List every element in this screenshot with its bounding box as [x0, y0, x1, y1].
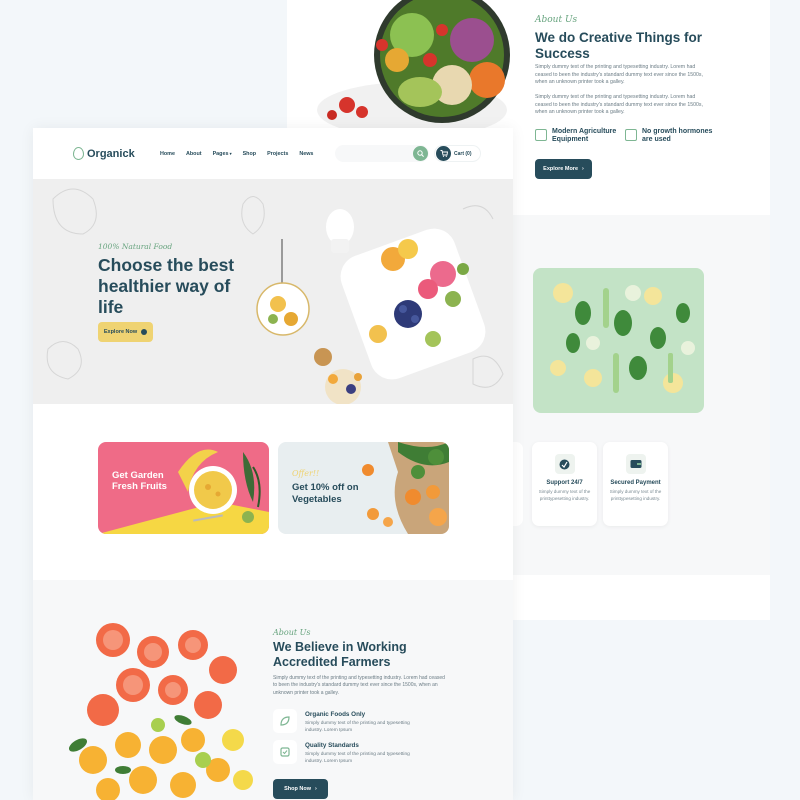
nav-item-projects[interactable]: Projects — [267, 151, 288, 157]
explore-more-button[interactable]: Explore More › — [535, 159, 592, 179]
front-page: Organick Home About Pages ▾ Shop Project… — [33, 128, 513, 800]
citrus-fruits-image — [68, 623, 253, 800]
search-icon — [417, 150, 424, 157]
feature-title: Quality Standards — [305, 742, 359, 749]
hero-title: Choose the best healthier way of life — [98, 255, 235, 317]
nav-item-home[interactable]: Home — [160, 151, 175, 157]
promo-offer-tag: Offer!! — [292, 469, 320, 478]
chevron-down-icon: ▾ — [228, 151, 232, 156]
card-desc: Simply dummy text of the printtypesettin… — [609, 489, 662, 501]
shop-now-label: Shop Now — [284, 786, 312, 792]
leaf-icon — [273, 709, 297, 733]
card-desc: Simply dummy text of the printtypesettin… — [538, 489, 591, 501]
tractor-icon — [535, 129, 547, 141]
salad-bowl-image — [312, 0, 522, 135]
about-paragraph: Simply dummy text of the printing and ty… — [273, 675, 445, 696]
top-navigation: Organick Home About Pages ▾ Shop Project… — [33, 128, 513, 179]
badge-icon — [273, 740, 297, 764]
logo-leaf-icon — [73, 147, 84, 160]
back-about-paragraph-2: Simply dummy text of the printing and ty… — [535, 94, 703, 116]
about-tag: About Us — [273, 628, 311, 637]
nav-item-pages[interactable]: Pages ▾ — [213, 151, 232, 157]
feature-desc: Simply dummy text of the printing and ty… — [305, 721, 410, 733]
arrow-circle-icon — [141, 329, 148, 335]
cart-button[interactable]: Cart (0) — [434, 145, 481, 162]
explore-more-label: Explore More — [543, 166, 578, 172]
explore-now-label: Explore Now — [103, 329, 138, 335]
leaf-icon — [625, 129, 637, 141]
cart-icon — [436, 146, 451, 161]
cart-label: Cart (0) — [454, 150, 472, 157]
back-about-tag: About Us — [535, 15, 578, 25]
nav-item-shop[interactable]: Shop — [243, 151, 256, 157]
about-section: About Us We Believe in Working Accredite… — [33, 580, 513, 800]
search-button[interactable] — [413, 146, 428, 161]
feature-desc: Simply dummy text of the printing and ty… — [305, 752, 410, 764]
hero-banner: 100% Natural Food Choose the best health… — [33, 179, 513, 404]
main-menu: Home About Pages ▾ Shop Projects News — [160, 151, 313, 157]
feature-card-payment: Secured Payment Simply dummy text of the… — [603, 442, 668, 526]
logo[interactable]: Organick — [73, 147, 135, 160]
back-about-paragraph-1: Simply dummy text of the printing and ty… — [535, 64, 703, 86]
nav-item-pages-label: Pages — [212, 151, 229, 157]
hero-tag: 100% Natural Food — [98, 242, 173, 251]
arrow-right-icon: › — [315, 786, 317, 792]
feature-agriculture-label: Modern Agriculture Equipment — [552, 128, 617, 143]
nav-item-about[interactable]: About — [186, 151, 202, 157]
feature-no-hormones-label: No growth hormones are used — [642, 128, 713, 143]
wallet-icon — [625, 454, 646, 474]
explore-now-button[interactable]: Explore Now — [98, 322, 153, 342]
about-title: We Believe in Working Accredited Farmers — [273, 640, 407, 669]
back-about-title: We do Creative Things for Success — [535, 30, 703, 61]
promo-fruits-title: Get Garden Fresh Fruits — [112, 470, 167, 492]
logo-text: Organick — [87, 147, 135, 160]
feature-no-hormones: No growth hormones are used — [625, 128, 714, 144]
search-input[interactable] — [335, 145, 429, 162]
feature-card-partial — [513, 442, 523, 526]
about-feature-quality: Quality Standards Simply dummy text of t… — [273, 740, 415, 765]
nav-item-news[interactable]: News — [299, 151, 313, 157]
feature-title: Organic Foods Only — [305, 711, 366, 718]
feature-card-support: Support 24/7 Simply dummy text of the pr… — [532, 442, 597, 526]
promo-vegetables-title: Get 10% off on Vegetables — [292, 482, 359, 505]
about-feature-organic: Organic Foods Only Simply dummy text of … — [273, 709, 415, 734]
feature-agriculture: Modern Agriculture Equipment — [535, 128, 624, 144]
card-title: Support 24/7 — [546, 480, 583, 486]
vegetables-flatlay-image — [533, 268, 704, 413]
headset-icon — [554, 454, 575, 474]
arrow-right-icon: › — [582, 166, 584, 172]
promo-card-vegetables[interactable]: Offer!! Get 10% off on Vegetables — [278, 442, 449, 534]
shop-now-button[interactable]: Shop Now › — [273, 779, 328, 799]
promo-card-fruits[interactable]: Get Garden Fresh Fruits — [98, 442, 269, 534]
card-title: Secured Payment — [610, 480, 661, 486]
